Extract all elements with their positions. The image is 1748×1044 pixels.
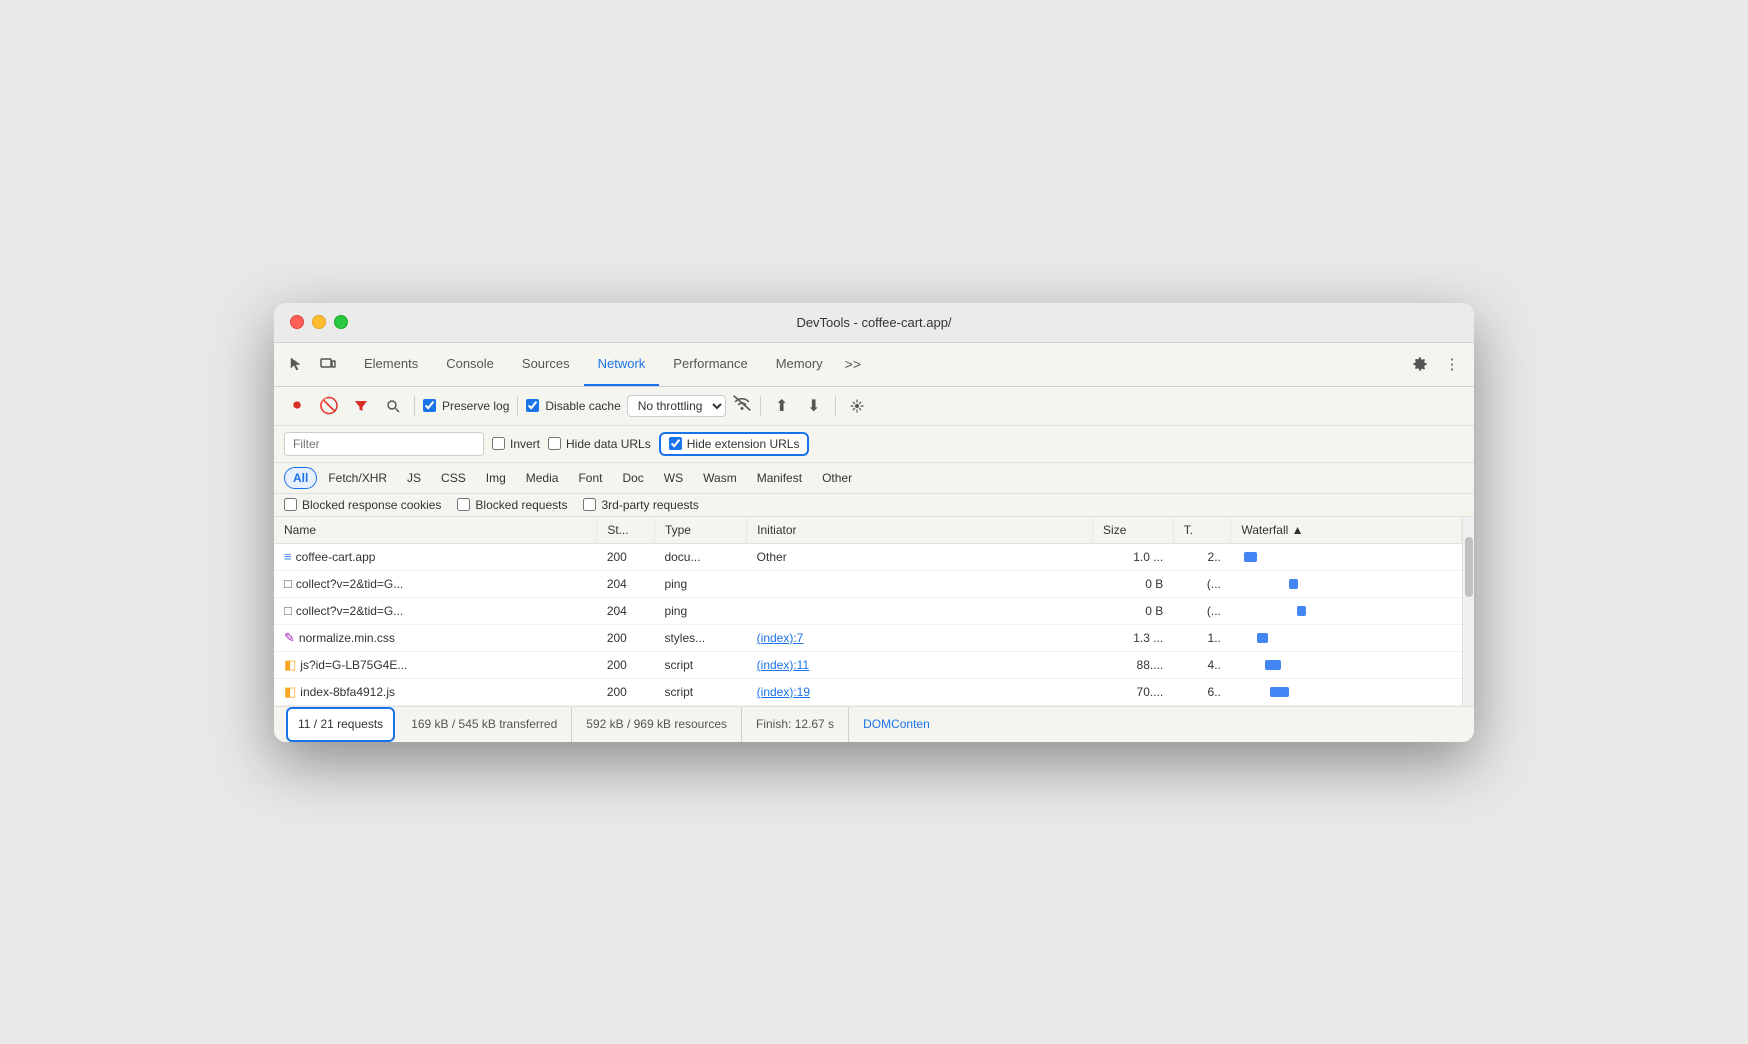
throttle-select[interactable]: No throttling	[627, 395, 726, 417]
waterfall-sort-icon: ▲	[1292, 523, 1304, 537]
type-filter-row: All Fetch/XHR JS CSS Img Media Font Doc …	[274, 463, 1474, 494]
table-row[interactable]: □collect?v=2&tid=G...204ping0 B(...	[274, 597, 1462, 624]
scrollbar-track[interactable]	[1462, 517, 1474, 706]
disable-cache-input[interactable]	[526, 399, 539, 412]
tab-overflow[interactable]: >>	[837, 346, 869, 382]
col-header-time[interactable]: T.	[1173, 517, 1231, 544]
clear-button[interactable]: 🚫	[316, 393, 342, 419]
status-transferred: 169 kB / 545 kB transferred	[397, 707, 572, 742]
hide-data-urls-input[interactable]	[548, 437, 561, 450]
table-row[interactable]: ≡coffee-cart.app200docu...Other1.0 ...2.…	[274, 543, 1462, 570]
type-filter-js[interactable]: JS	[398, 467, 430, 489]
toolbar-divider-1	[414, 396, 415, 416]
filter-button[interactable]	[348, 393, 374, 419]
device-toggle-icon[interactable]	[314, 350, 342, 378]
disable-cache-checkbox[interactable]: Disable cache	[526, 399, 620, 413]
window-title: DevTools - coffee-cart.app/	[796, 315, 951, 330]
third-party-checkbox[interactable]: 3rd-party requests	[583, 498, 698, 512]
maximize-button[interactable]	[334, 315, 348, 329]
blocked-requests-input[interactable]	[457, 498, 470, 511]
hide-extension-urls-wrapper[interactable]: Hide extension URLs	[659, 432, 810, 456]
type-filter-fetch-xhr[interactable]: Fetch/XHR	[319, 467, 396, 489]
tab-elements[interactable]: Elements	[350, 342, 432, 386]
table-row[interactable]: ◧js?id=G-LB75G4E...200script(index):1188…	[274, 651, 1462, 678]
col-header-initiator[interactable]: Initiator	[747, 517, 1093, 544]
col-header-type[interactable]: Type	[654, 517, 746, 544]
blocked-cookies-input[interactable]	[284, 498, 297, 511]
preserve-log-input[interactable]	[423, 399, 436, 412]
col-header-size[interactable]: Size	[1093, 517, 1174, 544]
invert-checkbox[interactable]: Invert	[492, 437, 540, 451]
toolbar-divider-3	[760, 396, 761, 416]
tabs: Elements Console Sources Network Perform…	[350, 342, 1406, 386]
table-header-row: Name St... Type Initiator Size T. Waterf…	[274, 517, 1462, 544]
tab-bar: Elements Console Sources Network Perform…	[274, 343, 1474, 387]
table-body: ≡coffee-cart.app200docu...Other1.0 ...2.…	[274, 543, 1462, 705]
table-row[interactable]: □collect?v=2&tid=G...204ping0 B(...	[274, 570, 1462, 597]
filter-row: Invert Hide data URLs Hide extension URL…	[274, 426, 1474, 463]
status-domcontent: DOMConten	[849, 707, 944, 742]
type-filter-all[interactable]: All	[284, 467, 317, 489]
tab-console[interactable]: Console	[432, 342, 508, 386]
table-row[interactable]: ✎normalize.min.css200styles...(index):71…	[274, 624, 1462, 651]
tab-sources[interactable]: Sources	[508, 342, 584, 386]
cursor-icon[interactable]	[282, 350, 310, 378]
table-area: Name St... Type Initiator Size T. Waterf…	[274, 517, 1474, 706]
network-table: Name St... Type Initiator Size T. Waterf…	[274, 517, 1462, 706]
import-button[interactable]: ⬆	[769, 393, 795, 419]
status-bar: 11 / 21 requests 169 kB / 545 kB transfe…	[274, 706, 1474, 742]
tab-bar-actions: ⋮	[1406, 350, 1466, 378]
minimize-button[interactable]	[312, 315, 326, 329]
scrollbar-thumb[interactable]	[1465, 537, 1473, 597]
invert-input[interactable]	[492, 437, 505, 450]
toolbar-divider-2	[517, 396, 518, 416]
type-filter-img[interactable]: Img	[477, 467, 515, 489]
status-requests: 11 / 21 requests	[286, 707, 395, 742]
network-table-container[interactable]: Name St... Type Initiator Size T. Waterf…	[274, 517, 1462, 706]
type-filter-other[interactable]: Other	[813, 467, 861, 489]
network-toolbar: ⏺ 🚫 Preserve log Disable ca	[274, 387, 1474, 426]
network-settings-icon[interactable]	[844, 393, 870, 419]
devtools-window: DevTools - coffee-cart.app/ Element	[274, 303, 1474, 742]
tab-performance[interactable]: Performance	[659, 342, 761, 386]
hide-data-urls-checkbox[interactable]: Hide data URLs	[548, 437, 651, 451]
type-filter-wasm[interactable]: Wasm	[694, 467, 746, 489]
status-resources: 592 kB / 969 kB resources	[572, 707, 742, 742]
stop-recording-button[interactable]: ⏺	[284, 393, 310, 419]
titlebar: DevTools - coffee-cart.app/	[274, 303, 1474, 343]
type-filter-font[interactable]: Font	[569, 467, 611, 489]
status-finish: Finish: 12.67 s	[742, 707, 849, 742]
tab-memory[interactable]: Memory	[762, 342, 837, 386]
additional-filters-row: Blocked response cookies Blocked request…	[274, 494, 1474, 517]
more-options-icon[interactable]: ⋮	[1438, 350, 1466, 378]
type-filter-manifest[interactable]: Manifest	[748, 467, 811, 489]
col-header-waterfall[interactable]: Waterfall ▲	[1231, 517, 1462, 544]
filter-input[interactable]	[284, 432, 484, 456]
type-filter-doc[interactable]: Doc	[613, 467, 652, 489]
toolbar-divider-4	[835, 396, 836, 416]
type-filter-media[interactable]: Media	[517, 467, 568, 489]
traffic-lights	[290, 315, 348, 329]
third-party-input[interactable]	[583, 498, 596, 511]
type-filter-ws[interactable]: WS	[655, 467, 692, 489]
tab-icons	[282, 350, 342, 378]
devtools-settings-icon[interactable]	[1406, 350, 1434, 378]
network-conditions-icon[interactable]	[732, 395, 752, 416]
close-button[interactable]	[290, 315, 304, 329]
tab-network[interactable]: Network	[584, 342, 660, 386]
export-button[interactable]: ⬇	[801, 393, 827, 419]
type-filter-css[interactable]: CSS	[432, 467, 475, 489]
col-header-name[interactable]: Name	[274, 517, 597, 544]
table-row[interactable]: ◧index-8bfa4912.js200script(index):1970.…	[274, 678, 1462, 705]
blocked-requests-checkbox[interactable]: Blocked requests	[457, 498, 567, 512]
search-button[interactable]	[380, 393, 406, 419]
hide-extension-urls-input[interactable]	[669, 437, 682, 450]
col-header-status[interactable]: St...	[597, 517, 655, 544]
devtools-body: Elements Console Sources Network Perform…	[274, 343, 1474, 742]
preserve-log-checkbox[interactable]: Preserve log	[423, 399, 509, 413]
blocked-cookies-checkbox[interactable]: Blocked response cookies	[284, 498, 441, 512]
